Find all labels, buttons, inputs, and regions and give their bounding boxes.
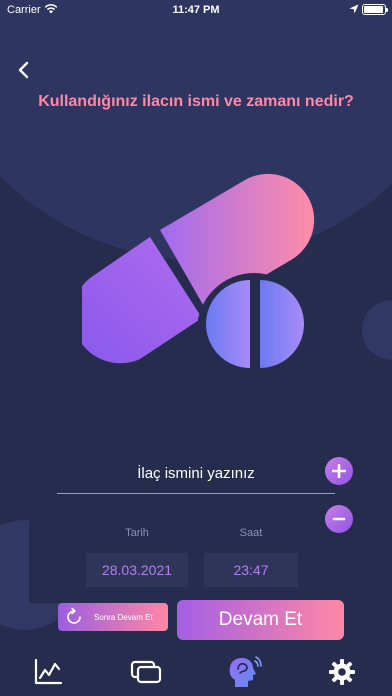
cards-icon <box>130 660 162 684</box>
tab-bar <box>0 648 392 696</box>
background-bubble-right <box>362 300 392 360</box>
gear-icon <box>329 659 355 685</box>
page-title: Kullandığınız ilacın ismi ve zamanı nedi… <box>38 93 354 110</box>
continue-later-label: Sonra Devam Et <box>94 612 153 622</box>
minus-icon <box>332 517 346 521</box>
refresh-clock-icon <box>67 607 81 624</box>
add-medication-button[interactable] <box>325 457 353 485</box>
date-picker[interactable]: 28.03.2021 <box>86 553 188 587</box>
profile-icon <box>229 656 262 687</box>
input-underline <box>57 493 335 494</box>
tab-stats[interactable] <box>30 656 66 688</box>
date-label: Tarih <box>125 527 149 539</box>
status-bar: Carrier 11:47 PM <box>0 0 392 20</box>
stats-icon <box>34 658 63 685</box>
time-label: Saat <box>239 527 263 539</box>
remove-medication-button[interactable] <box>325 505 353 533</box>
location-arrow-icon <box>349 4 359 14</box>
back-button[interactable] <box>12 58 36 82</box>
pill-illustration <box>82 173 315 386</box>
time-picker[interactable]: 23:47 <box>204 553 298 587</box>
medication-name-input[interactable] <box>57 455 335 491</box>
battery-icon <box>362 4 388 15</box>
continue-button[interactable]: Devam Et <box>177 600 344 640</box>
plus-icon <box>332 464 346 478</box>
tab-settings[interactable] <box>324 656 360 688</box>
tab-cards[interactable] <box>128 656 164 688</box>
status-time: 11:47 PM <box>172 4 220 16</box>
medication-screen: Carrier 11:47 PM Kullandığınız ilacın is… <box>0 0 392 696</box>
tab-profile[interactable] <box>226 656 262 688</box>
continue-later-button[interactable]: Sonra Devam Et <box>58 603 168 631</box>
